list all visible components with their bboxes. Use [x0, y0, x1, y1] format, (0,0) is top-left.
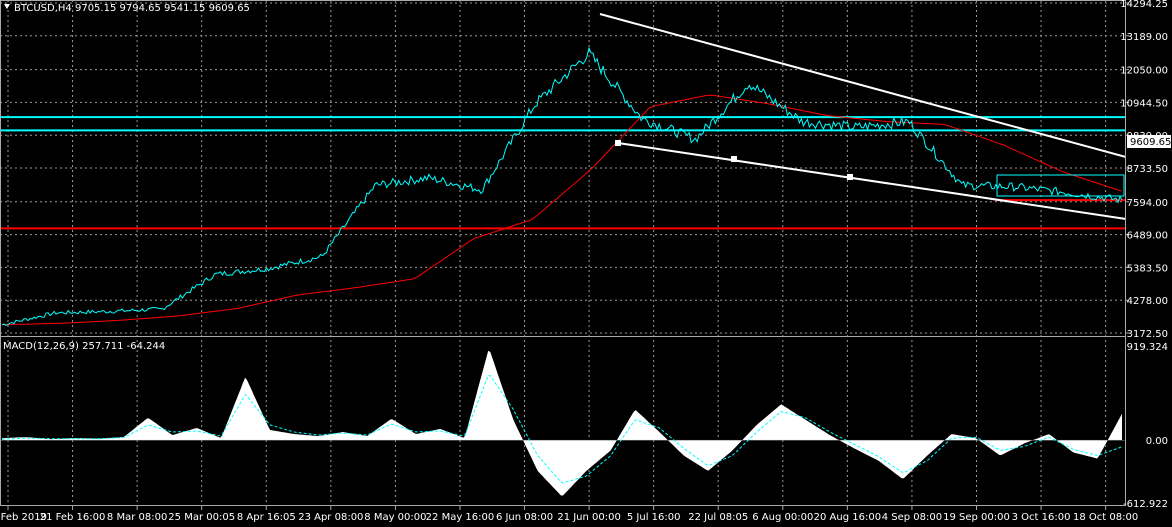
macd-tick-label: 919.324: [1127, 342, 1168, 353]
price-tick-label: 4278.00: [1127, 296, 1168, 307]
time-tick-label: 18 Oct 08:00: [1073, 512, 1138, 523]
trendline-anchor[interactable]: [731, 156, 737, 162]
macd-tick-label: -612.922: [1123, 499, 1168, 510]
price-tick-label: 3172.50: [1127, 329, 1168, 340]
price-tick-label: 6489.00: [1127, 231, 1168, 242]
time-tick-label: 4 Sep 08:00: [882, 512, 942, 523]
time-tick-label: 20 Aug 16:00: [814, 512, 881, 523]
price-tick-label: 14294.25: [1120, 0, 1168, 10]
time-tick-label: 3 Oct 16:00: [1012, 512, 1071, 523]
symbol-info: BTCUSD,H4 9705.15 9794.65 9541.15 9609.6…: [14, 3, 250, 14]
time-tick-label: 8 May 00:00: [364, 512, 426, 523]
trendline-anchor[interactable]: [615, 140, 621, 146]
trendline-anchor[interactable]: [847, 174, 853, 180]
time-tick-label: 21 Jun 00:00: [557, 512, 621, 523]
time-tick-label: 6 Jun 08:00: [496, 512, 553, 523]
chart-canvas[interactable]: 14294.2513189.0012050.0010944.509839.008…: [0, 0, 1172, 527]
time-tick-label: 25 Mar 00:05: [168, 512, 235, 523]
price-tick-label: 7594.00: [1127, 198, 1168, 209]
time-tick-label: 19 Sep 00:00: [943, 512, 1010, 523]
macd-tick-label: 0.00: [1146, 436, 1168, 447]
time-tick-label: 21 Feb 16:00: [40, 512, 106, 523]
price-tick-label: 8733.50: [1127, 164, 1168, 175]
time-tick-label: 22 Jul 08:05: [688, 512, 748, 523]
time-tick-label: 8 Apr 16:05: [237, 512, 296, 523]
price-tick-label: 10944.50: [1120, 98, 1168, 109]
time-tick-label: 6 Aug 00:00: [752, 512, 813, 523]
price-tick-label: 5383.50: [1127, 263, 1168, 274]
macd-header: MACD(12,26,9) 257.711 -64.244: [3, 341, 165, 352]
price-tick-label: 12050.00: [1120, 66, 1168, 77]
time-tick-label: 22 May 16:00: [426, 512, 495, 523]
time-tick-label: 23 Apr 08:00: [298, 512, 363, 523]
current-price-label: 9609.65: [1130, 137, 1171, 148]
time-tick-label: 5 Jul 16:00: [627, 512, 681, 523]
price-tick-label: 13189.00: [1120, 32, 1168, 43]
time-tick-label: 8 Mar 08:00: [107, 512, 167, 523]
